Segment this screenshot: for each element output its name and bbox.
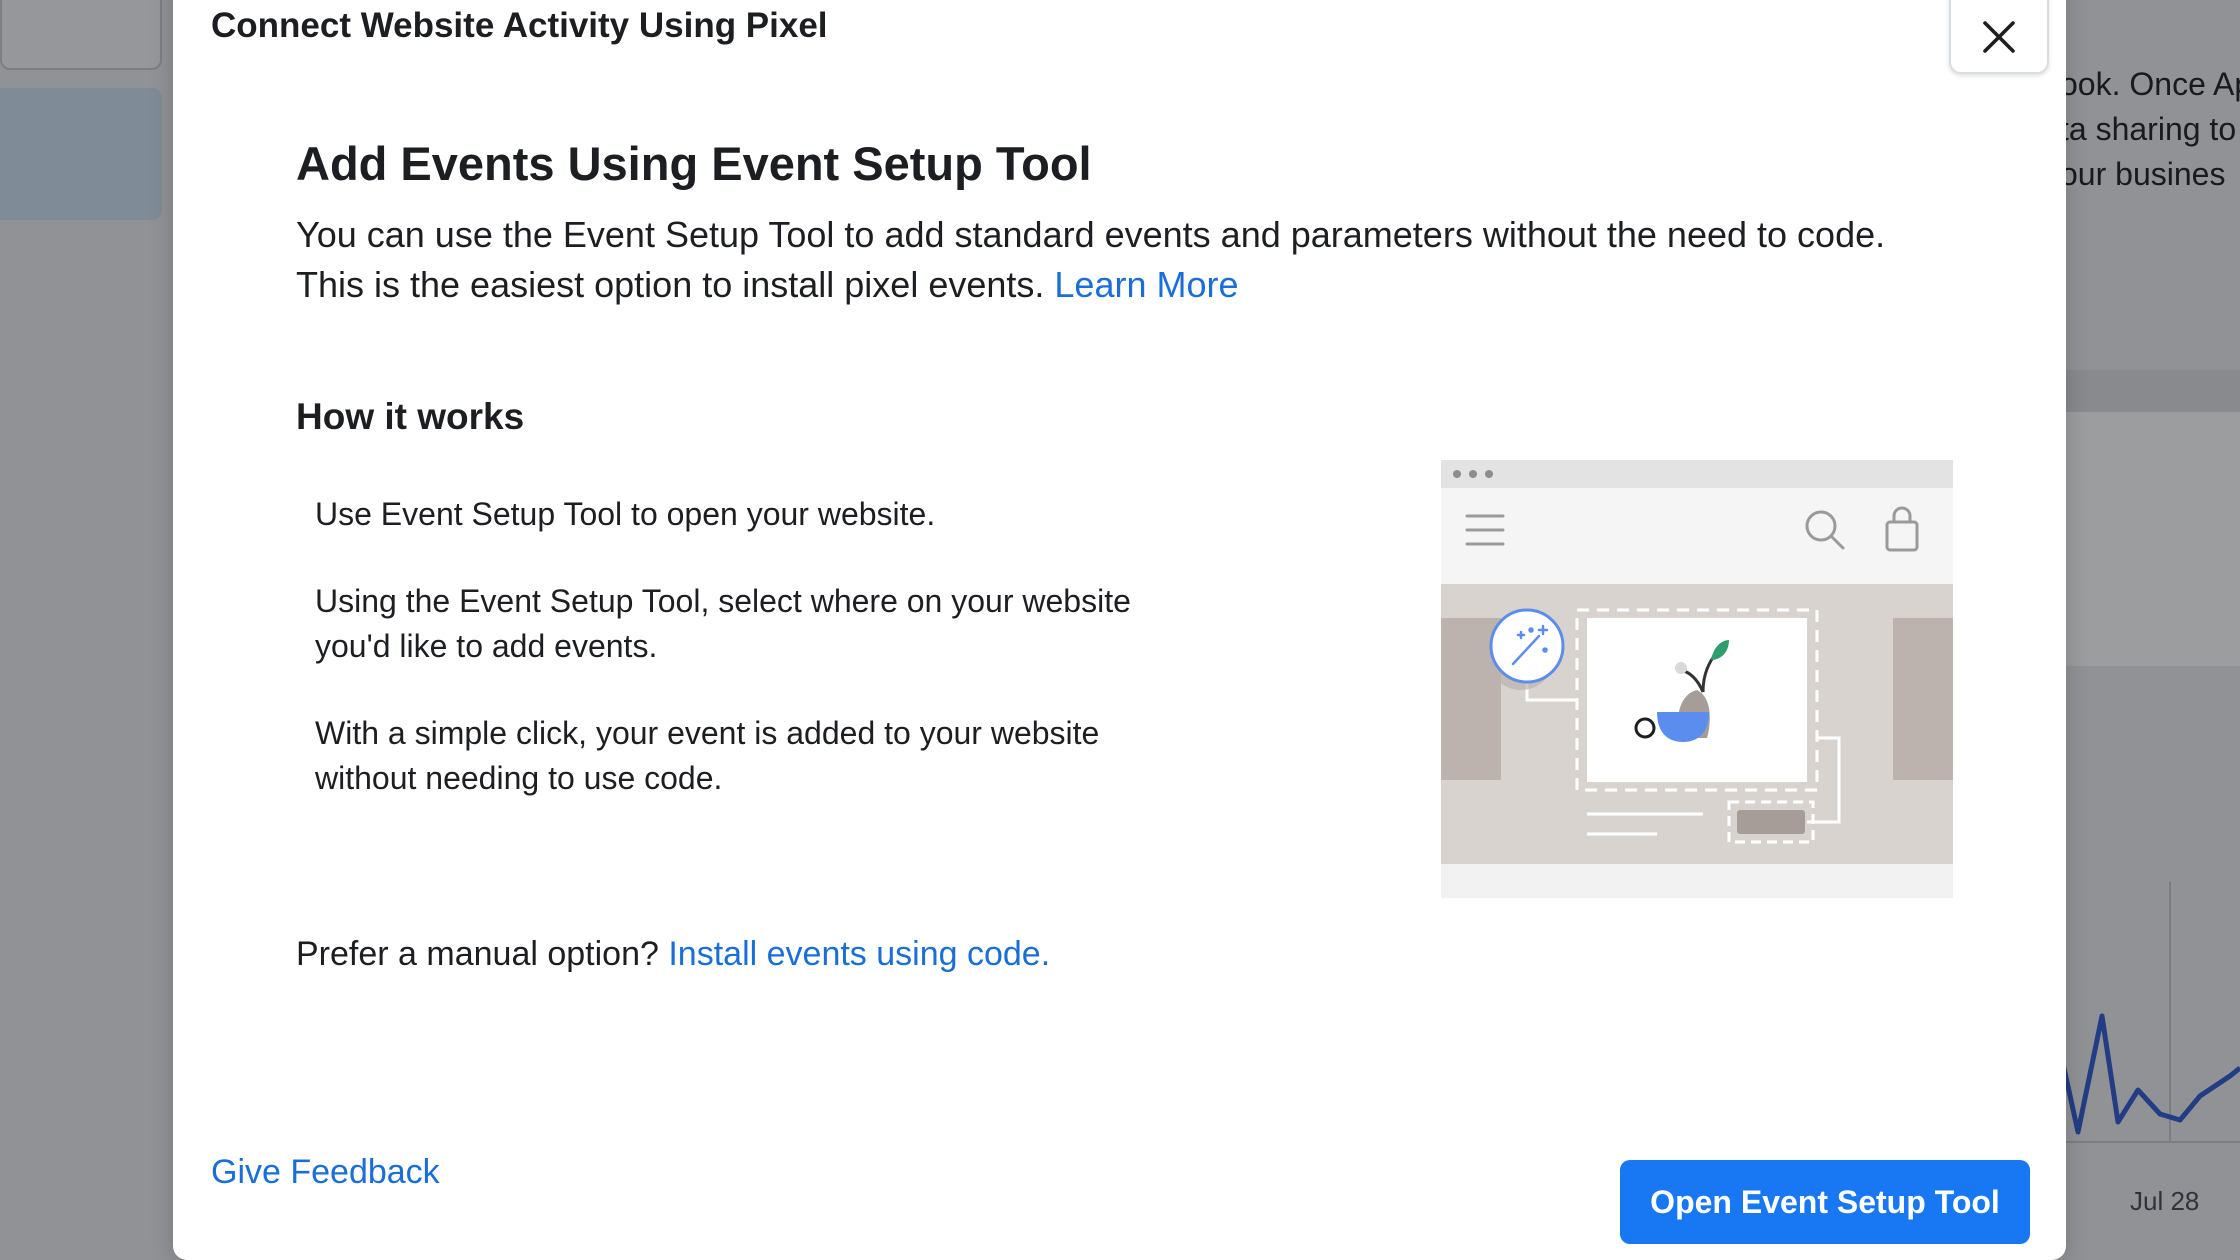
install-events-code-link[interactable]: Install events using code. bbox=[668, 935, 1050, 973]
dialog-title: Connect Website Activity Using Pixel bbox=[211, 6, 828, 45]
learn-more-link[interactable]: Learn More bbox=[1054, 264, 1238, 305]
illustration-add-button bbox=[1737, 810, 1805, 834]
give-feedback-link[interactable]: Give Feedback bbox=[211, 1153, 440, 1192]
step-item: Using the Event Setup Tool, select where… bbox=[315, 583, 1131, 664]
description-text: You can use the Event Setup Tool to add … bbox=[296, 210, 1916, 310]
section-heading: Add Events Using Event Setup Tool bbox=[296, 137, 1092, 190]
step-item: Use Event Setup Tool to open your websit… bbox=[315, 496, 936, 532]
illustration-magic-wand-badge bbox=[1489, 608, 1565, 684]
connect-pixel-dialog: Connect Website Activity Using Pixel Add… bbox=[173, 0, 2066, 1260]
manual-option-prefix: Prefer a manual option? bbox=[296, 935, 659, 973]
how-it-works-heading: How it works bbox=[296, 396, 525, 437]
event-setup-illustration bbox=[1441, 460, 1953, 898]
close-icon bbox=[1983, 21, 2015, 53]
open-event-setup-tool-button[interactable]: Open Event Setup Tool bbox=[1620, 1160, 2030, 1244]
manual-option-text: Prefer a manual option? Install events u… bbox=[296, 935, 1050, 974]
step-item: With a simple click, your event is added… bbox=[315, 715, 1100, 796]
steps-list: Use Event Setup Tool to open your websit… bbox=[315, 492, 1175, 843]
close-button[interactable] bbox=[1949, 0, 2049, 74]
illustration-window-dots bbox=[1453, 470, 1461, 478]
